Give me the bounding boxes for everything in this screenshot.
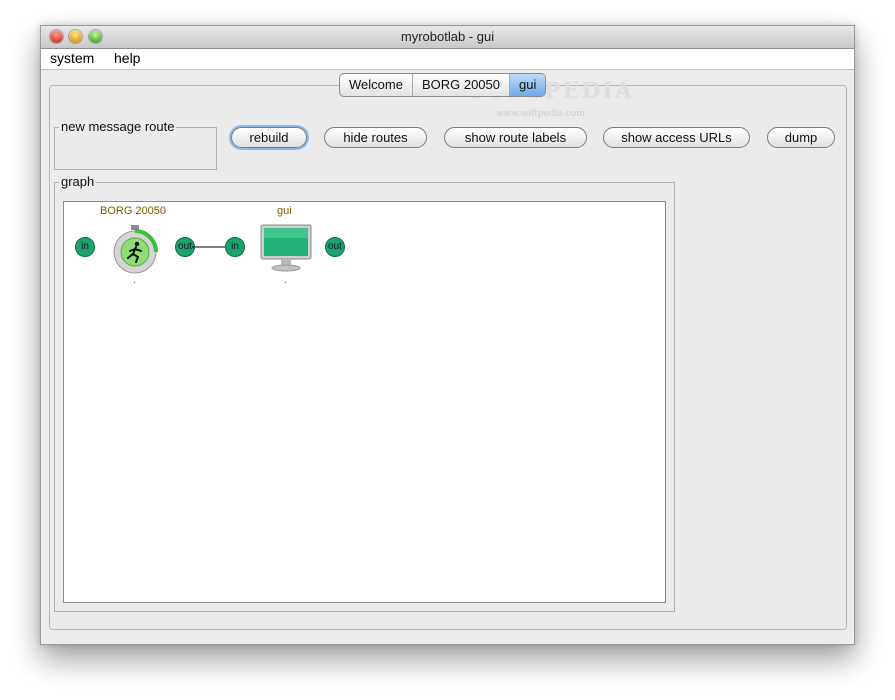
gui-in-port[interactable]: in [225,237,245,257]
show-access-urls-button[interactable]: show access URLs [603,127,750,148]
menu-bar: system help [41,49,854,70]
stopwatch-runner-icon[interactable] [112,224,158,274]
app-window: myrobotlab - gui system help SOFTPEDIA w… [40,25,855,645]
tab-borg[interactable]: BORG 20050 [413,74,510,96]
graph-canvas[interactable]: BORG 20050 in out . gui in out . [63,201,666,603]
menu-help[interactable]: help [114,50,140,66]
borg-in-port[interactable]: in [75,237,95,257]
graph-label: graph [59,174,97,189]
new-message-route-label: new message route [59,119,177,134]
watermark-url: www.softpedia.com [496,109,585,119]
hide-routes-button[interactable]: hide routes [324,127,427,148]
tab-bar: Welcome BORG 20050 gui [339,73,547,97]
menu-system[interactable]: system [50,50,94,66]
monitor-icon[interactable] [260,224,312,272]
node-label-gui: gui [277,205,292,217]
node-caption-borg: . [133,275,136,286]
dump-button[interactable]: dump [767,127,835,148]
window-title: myrobotlab - gui [400,29,495,44]
node-label-borg: BORG 20050 [100,205,167,217]
show-route-labels-button[interactable]: show route labels [444,127,587,148]
rebuild-button[interactable]: rebuild [231,127,307,148]
title-bar[interactable]: myrobotlab - gui [41,26,854,49]
tab-gui[interactable]: gui [510,74,546,96]
tab-welcome[interactable]: Welcome [340,74,413,96]
new-message-route-group: new message route [54,119,217,170]
node-caption-gui: . [284,275,287,286]
gui-out-port[interactable]: out [325,237,345,257]
